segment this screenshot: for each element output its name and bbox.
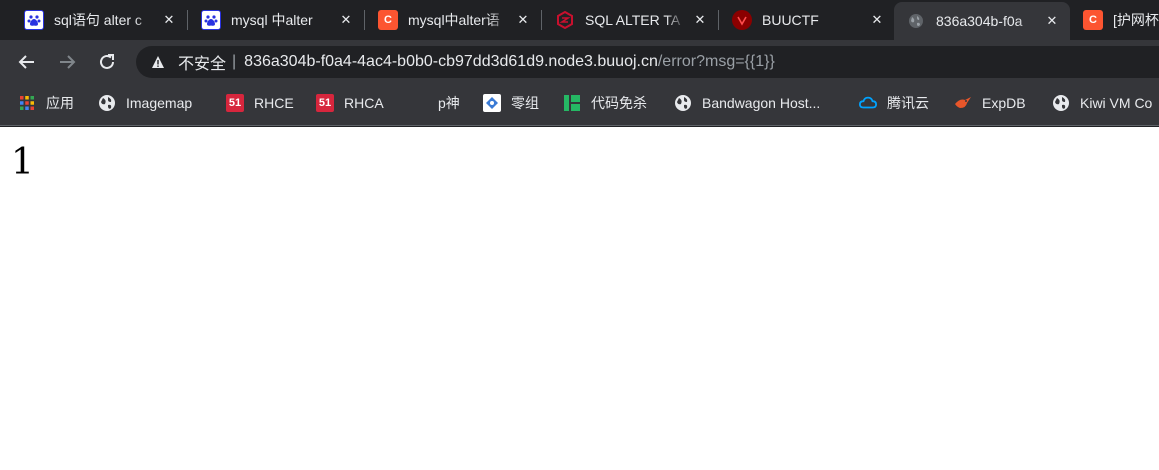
tab-active-challenge[interactable]: 836a304b-f0a ✕ xyxy=(894,2,1070,40)
bookmark-label: Kiwi VM Co xyxy=(1080,95,1153,111)
reload-button[interactable] xyxy=(93,48,121,76)
close-tab-icon[interactable]: ✕ xyxy=(1044,13,1060,29)
tab-mysql-alter[interactable]: mysql 中alter ✕ xyxy=(189,0,364,40)
url-host: 836a304b-f0a4-4ac4-b0b0-cb97dd3d61d9.nod… xyxy=(244,53,658,70)
close-tab-icon[interactable]: ✕ xyxy=(338,12,354,28)
tab-title: 836a304b-f0a xyxy=(936,13,1023,29)
bookmark-bandwagon[interactable]: Bandwagon Host... xyxy=(674,84,820,122)
bookmark-label: RHCA xyxy=(344,95,384,111)
51cto-icon: 51 xyxy=(226,94,244,112)
expdb-icon xyxy=(954,94,972,112)
rendered-output-text: 1 xyxy=(11,142,34,183)
close-tab-icon[interactable]: ✕ xyxy=(161,12,177,28)
bookmark-rhca[interactable]: 51 RHCA xyxy=(316,84,384,122)
bookmark-label: 代码免杀 xyxy=(591,95,647,111)
tencent-cloud-icon xyxy=(859,94,877,112)
bookmark-apps[interactable]: 应用 xyxy=(18,84,74,122)
bookmark-label: RHCE xyxy=(254,95,294,111)
tab-divider xyxy=(718,10,719,30)
apps-grid-icon xyxy=(18,94,36,112)
forward-arrow-icon xyxy=(60,55,76,69)
tab-title: sql语句 alter c xyxy=(54,12,142,28)
bookmark-expdb[interactable]: ExpDB xyxy=(954,84,1026,122)
toolbar: 不安全 | 836a304b-f0a4-4ac4-b0b0-cb97dd3d61… xyxy=(0,40,1159,84)
close-tab-icon[interactable]: ✕ xyxy=(692,12,708,28)
reload-icon xyxy=(100,54,114,69)
tab-sql-alter[interactable]: sql语句 alter c ✕ xyxy=(12,0,187,40)
back-button[interactable] xyxy=(13,48,41,76)
tab-title: mysql中alter语 xyxy=(408,12,500,28)
security-status-label[interactable]: 不安全 xyxy=(178,50,226,74)
tab-divider xyxy=(187,10,188,30)
back-arrow-icon xyxy=(18,55,34,69)
bookmark-label: 腾讯云 xyxy=(887,95,929,111)
close-tab-icon[interactable]: ✕ xyxy=(515,12,531,28)
bookmarks-bar: 应用 Imagemap 51 RHCE 51 RHCA p神 零组 代码免杀 B… xyxy=(0,84,1159,126)
baidu-icon xyxy=(24,10,44,30)
tab-title: SQL ALTER TA xyxy=(585,12,681,28)
globe-icon xyxy=(1052,94,1070,112)
bookmark-label: ExpDB xyxy=(982,95,1026,111)
address-bar[interactable]: 不安全 | 836a304b-f0a4-4ac4-b0b0-cb97dd3d61… xyxy=(136,46,1159,78)
bookmark-imagemap[interactable]: Imagemap xyxy=(98,84,192,122)
globe-icon xyxy=(906,11,926,31)
tab-csdn-mysql-alter[interactable]: C mysql中alter语 ✕ xyxy=(366,0,541,40)
bookmark-zero-group[interactable]: 零组 xyxy=(483,84,539,122)
baidu-icon xyxy=(201,10,221,30)
bookmark-label: 应用 xyxy=(46,95,74,111)
bookmark-tencent-cloud[interactable]: 腾讯云 xyxy=(859,84,929,122)
bookmark-p-shen[interactable]: p神 xyxy=(438,84,460,122)
bookmark-label: Bandwagon Host... xyxy=(702,95,821,111)
tab-divider xyxy=(541,10,542,30)
bookmark-label: p神 xyxy=(438,95,460,111)
tab-title: [护网杯 xyxy=(1113,12,1159,28)
bookmark-rhce[interactable]: 51 RHCE xyxy=(226,84,294,122)
tab-strip: sql语句 alter c ✕ mysql 中alter ✕ C mysql中a… xyxy=(0,0,1159,40)
bookmark-code-bypass[interactable]: 代码免杀 xyxy=(563,84,647,122)
tab-title: BUUCTF xyxy=(762,12,819,28)
csdn-icon: C xyxy=(1083,10,1103,30)
url-path: /error?msg={{1}} xyxy=(657,53,775,70)
csdn-icon: C xyxy=(378,10,398,30)
bookmark-label: Imagemap xyxy=(126,95,193,111)
warning-icon[interactable] xyxy=(150,54,166,70)
bookmark-label: 零组 xyxy=(511,95,539,111)
buuctf-icon xyxy=(732,10,752,30)
browser-chrome: sql语句 alter c ✕ mysql 中alter ✕ C mysql中a… xyxy=(0,0,1159,127)
tab-buuctf[interactable]: BUUCTF ✕ xyxy=(720,0,895,40)
tab-title: mysql 中alter xyxy=(231,12,313,28)
page-content: 1 xyxy=(0,127,1159,470)
zero-group-icon xyxy=(483,94,501,112)
url-divider: | xyxy=(232,53,237,70)
tab-huwangbei[interactable]: C [护网杯 xyxy=(1071,0,1159,40)
globe-icon xyxy=(98,94,116,112)
tab-sql-alter-table[interactable]: SQL ALTER TA ✕ xyxy=(543,0,718,40)
runoob-icon xyxy=(555,10,575,30)
51cto-icon: 51 xyxy=(316,94,334,112)
forward-button[interactable] xyxy=(53,48,81,76)
tab-divider xyxy=(364,10,365,30)
bookmark-kiwi-vm[interactable]: Kiwi VM Co xyxy=(1052,84,1152,122)
yuque-icon xyxy=(563,94,581,112)
globe-icon xyxy=(674,94,692,112)
close-tab-icon[interactable]: ✕ xyxy=(869,12,885,28)
